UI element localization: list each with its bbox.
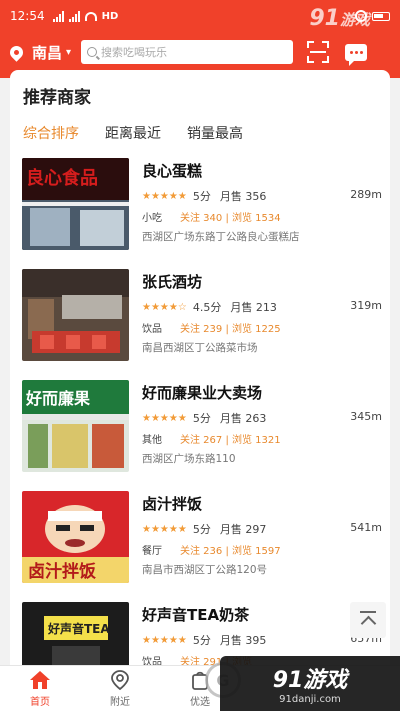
tab-nearby[interactable]: 附近 — [80, 666, 160, 711]
shop-distance: 541m — [350, 521, 382, 534]
scan-icon[interactable] — [307, 41, 330, 63]
rating-stars-icon: ★★★★★ — [142, 190, 187, 202]
shop-address: 南昌西湖区丁公路菜市场 — [142, 342, 258, 354]
shop-rating: 5分 — [192, 634, 211, 647]
shop-item[interactable]: 卤汁拌饭 卤汁拌饭 ★★★★★ 5分 月售 297 541m 餐厅 关注 236… — [22, 491, 382, 583]
shop-name: 张氏酒坊 — [142, 273, 203, 291]
shop-address: 南昌市西湖区丁公路120号 — [142, 564, 268, 576]
sort-tab-nearest[interactable]: 距离最近 — [105, 123, 161, 143]
watermark-logo: 91游戏 — [272, 668, 348, 693]
watermark-logo-top: 91游戏 — [309, 6, 370, 31]
rating-stars-icon: ★★★★★ — [142, 634, 187, 646]
search-placeholder: 搜索吃喝玩乐 — [101, 46, 168, 59]
shop-category: 其他 — [142, 435, 162, 446]
location-city: 南昌 — [32, 43, 63, 62]
watermark-91danji: 91游戏 91danji.com — [220, 656, 400, 711]
shop-monthly-sales: 月售 395 — [219, 634, 267, 647]
wifi-icon — [84, 11, 97, 21]
shop-item[interactable]: 好而廉果 好而廉果业大卖场 ★★★★★ 5分 月售 263 345m 其他 关注… — [22, 380, 382, 472]
svg-text:好而廉果: 好而廉果 — [25, 389, 90, 408]
shop-address: 西湖区广场东路丁公路良心蛋糕店 — [142, 231, 300, 243]
sort-tab-comprehensive[interactable]: 综合排序 — [23, 123, 79, 143]
sort-tab-best-selling[interactable]: 销量最高 — [187, 123, 243, 143]
home-icon — [28, 669, 52, 691]
sort-tabs: 综合排序 距离最近 销量最高 — [23, 123, 243, 143]
shop-monthly-sales: 月售 213 — [230, 301, 277, 314]
search-icon — [87, 47, 98, 57]
rating-stars-icon: ★★★★★ — [142, 523, 187, 535]
shop-stats: 关注 236 | 浏览 1597 — [180, 546, 281, 557]
shop-rating: 4.5分 — [192, 301, 222, 314]
app-header: 12:54 HD 南昌 ▾ 搜索吃喝玩乐 91游戏 — [0, 0, 400, 78]
shop-rating: 5分 — [192, 523, 211, 536]
tab-featured-label: 优选 — [190, 697, 210, 708]
shop-category: 小吃 — [142, 213, 162, 224]
shop-distance: 319m — [350, 299, 382, 312]
svg-text:好声音TEA: 好声音TEA — [47, 621, 110, 636]
shop-name: 卤汁拌饭 — [142, 495, 203, 513]
battery-icon — [372, 11, 390, 21]
location-pin-icon — [108, 669, 132, 691]
back-to-top-button[interactable] — [350, 602, 386, 638]
shop-name: 良心蛋糕 — [142, 162, 203, 180]
network-type: HD — [101, 10, 119, 22]
search-input[interactable]: 搜索吃喝玩乐 — [81, 40, 294, 64]
shop-monthly-sales: 月售 297 — [219, 523, 267, 536]
shop-rating: 5分 — [192, 190, 211, 203]
shop-stats: 关注 340 | 浏览 1534 — [180, 213, 281, 224]
shop-monthly-sales: 月售 263 — [219, 412, 267, 425]
back-to-top-icon — [360, 611, 376, 613]
shop-category: 餐厅 — [142, 546, 162, 557]
tab-nearby-label: 附近 — [110, 697, 130, 708]
svg-text:卤汁拌饭: 卤汁拌饭 — [28, 561, 96, 582]
shop-stats: 关注 239 | 浏览 1225 — [180, 324, 281, 335]
tab-home-label: 首页 — [30, 697, 50, 708]
signal-icon-2 — [68, 10, 80, 22]
location-selector[interactable]: 南昌 ▾ — [7, 42, 72, 63]
svg-text:良心食品: 良心食品 — [26, 167, 98, 189]
shop-address: 西湖区广场东路110 — [142, 453, 236, 465]
signal-icon — [52, 10, 64, 22]
shop-distance: 289m — [350, 188, 382, 201]
shop-item[interactable]: 良心食品 良心蛋糕 ★★★★★ 5分 月售 356 289m 小吃 关注 340… — [22, 158, 382, 250]
shop-thumbnail: 好声音TEA — [22, 602, 129, 670]
shop-rating: 5分 — [192, 412, 211, 425]
chevron-down-icon: ▾ — [66, 46, 72, 58]
tab-home[interactable]: 首页 — [0, 666, 80, 711]
rating-stars-icon: ★★★★☆ — [142, 301, 187, 313]
message-icon[interactable] — [345, 43, 368, 66]
shop-distance: 345m — [350, 410, 382, 423]
shop-thumbnail: 好而廉果 — [22, 380, 129, 472]
rating-stars-icon: ★★★★★ — [142, 412, 187, 424]
shop-thumbnail: 良心食品 — [22, 158, 129, 250]
shop-thumbnail: 卤汁拌饭 — [22, 491, 129, 583]
shop-name: 好而廉果业大卖场 — [142, 384, 263, 402]
shop-category: 饮品 — [142, 324, 162, 335]
shop-thumbnail — [22, 269, 129, 361]
location-pin-icon — [7, 42, 26, 62]
shop-item[interactable]: 张氏酒坊 ★★★★☆ 4.5分 月售 213 319m 饮品 关注 239 | … — [22, 269, 382, 361]
watermark-site: 91danji.com — [279, 694, 341, 705]
status-time: 12:54 — [10, 9, 45, 23]
recommended-shops-panel: 推荐商家 综合排序 距离最近 销量最高 良心食品 良心蛋糕 ★★★★★ 5分 月… — [10, 70, 390, 670]
shop-monthly-sales: 月售 356 — [219, 190, 267, 203]
shop-name: 好声音TEA奶茶 — [142, 606, 250, 624]
shop-stats: 关注 267 | 浏览 1321 — [180, 435, 281, 446]
section-title: 推荐商家 — [23, 88, 91, 108]
